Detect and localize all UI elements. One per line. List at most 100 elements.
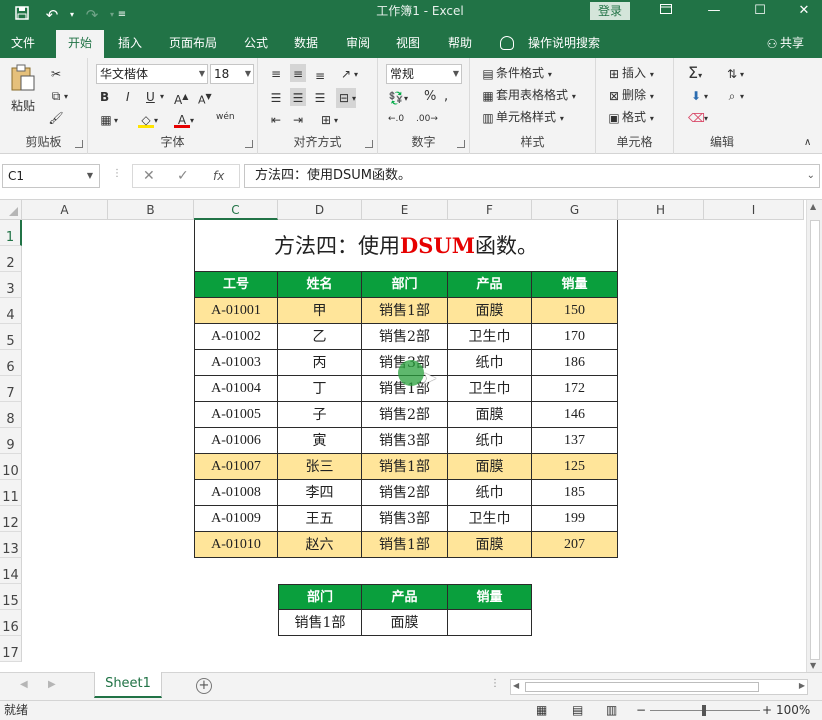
table-cell-dept[interactable]: 销售2部 <box>362 480 448 506</box>
format-as-table-button[interactable]: ▦ 套用表格格式 ▾ <box>480 86 576 106</box>
table-header-cell[interactable]: 销量 <box>532 272 618 298</box>
column-header-a[interactable]: A <box>22 200 108 220</box>
table-cell-id[interactable]: A-01005 <box>194 402 278 428</box>
table-cell-dept[interactable]: 销售1部 <box>362 298 448 324</box>
criteria-header-cell[interactable]: 产品 <box>362 584 448 610</box>
table-cell-id[interactable]: A-01004 <box>194 376 278 402</box>
row-header-10[interactable]: 10 <box>0 454 22 480</box>
row-header-11[interactable]: 11 <box>0 480 22 506</box>
table-cell-id[interactable]: A-01003 <box>194 350 278 376</box>
table-cell-product[interactable]: 卫生巾 <box>448 506 532 532</box>
percent-style-button[interactable]: % <box>424 88 436 106</box>
maximize-icon[interactable]: ☐ <box>742 0 778 22</box>
clipboard-launcher-icon[interactable] <box>75 140 83 148</box>
sheet-title[interactable]: 方法四：使用DSUM函数。 <box>194 220 618 272</box>
criteria-value-cell[interactable]: 销售1部 <box>278 610 362 636</box>
number-launcher-icon[interactable] <box>457 140 465 148</box>
table-cell-id[interactable]: A-01008 <box>194 480 278 506</box>
vertical-scroll-thumb[interactable] <box>810 220 820 660</box>
table-cell-name[interactable]: 寅 <box>278 428 362 454</box>
table-cell-dept[interactable]: 销售2部 <box>362 324 448 350</box>
autosum-icon[interactable]: Σ▾ <box>688 64 702 85</box>
table-cell-sales[interactable]: 125 <box>532 454 618 480</box>
table-cell-name[interactable]: 丁 <box>278 376 362 402</box>
select-all-corner[interactable] <box>0 200 22 220</box>
row-header-1[interactable]: 1 <box>0 220 22 246</box>
table-header-cell[interactable]: 工号 <box>194 272 278 298</box>
table-cell-name[interactable]: 子 <box>278 402 362 428</box>
paste-button[interactable]: 粘贴 <box>8 64 38 116</box>
ribbon-display-options-icon[interactable] <box>648 0 684 22</box>
table-header-cell[interactable]: 姓名 <box>278 272 362 298</box>
increase-font-icon[interactable]: A▲ <box>174 88 188 109</box>
table-cell-product[interactable]: 面膜 <box>448 454 532 480</box>
horizontal-scrollbar[interactable]: ◀ ▶ <box>510 679 808 695</box>
table-cell-product[interactable]: 纸巾 <box>448 428 532 454</box>
table-cell-sales[interactable]: 207 <box>532 532 618 558</box>
table-cell-name[interactable]: 王五 <box>278 506 362 532</box>
fill-icon[interactable]: ⬇ ▾ <box>688 86 708 106</box>
sheet-tab-sheet1[interactable]: Sheet1 <box>94 672 162 698</box>
enter-icon[interactable]: ✓ <box>177 165 189 187</box>
table-cell-sales[interactable]: 186 <box>532 350 618 376</box>
number-format-select[interactable]: 常规 ▼ <box>386 64 462 84</box>
page-break-view-icon[interactable]: ▥ <box>606 701 617 720</box>
row-header-2[interactable]: 2 <box>0 246 22 272</box>
table-cell-product[interactable]: 卫生巾 <box>448 324 532 350</box>
orientation-icon[interactable]: ↗ ▾ <box>338 64 358 84</box>
row-header-4[interactable]: 4 <box>0 298 22 324</box>
collapse-ribbon-icon[interactable]: ∧ <box>804 134 811 152</box>
table-cell-dept[interactable]: 销售3部 <box>362 428 448 454</box>
align-top-icon[interactable]: ≡ <box>268 64 284 82</box>
scroll-right-icon[interactable]: ▶ <box>799 681 805 690</box>
table-header-cell[interactable]: 部门 <box>362 272 448 298</box>
row-header-6[interactable]: 6 <box>0 350 22 376</box>
criteria-value-cell[interactable] <box>448 610 532 636</box>
row-header-3[interactable]: 3 <box>0 272 22 298</box>
tab-split-grip-icon[interactable]: ⋮ <box>490 678 500 689</box>
zoom-slider-thumb[interactable] <box>702 705 706 716</box>
expand-formula-icon[interactable]: ⌄ <box>807 165 815 187</box>
table-cell-name[interactable]: 赵六 <box>278 532 362 558</box>
table-cell-sales[interactable]: 185 <box>532 480 618 506</box>
table-cell-id[interactable]: A-01006 <box>194 428 278 454</box>
row-header-14[interactable]: 14 <box>0 558 22 584</box>
sort-filter-icon[interactable]: ⇅ ▾ <box>724 64 744 84</box>
row-header-9[interactable]: 9 <box>0 428 22 454</box>
row-header-8[interactable]: 8 <box>0 402 22 428</box>
align-middle-icon[interactable]: ≡ <box>290 64 306 82</box>
criteria-value-cell[interactable]: 面膜 <box>362 610 448 636</box>
table-cell-product[interactable]: 面膜 <box>448 298 532 324</box>
table-cell-id[interactable]: A-01001 <box>194 298 278 324</box>
insert-function-icon[interactable]: fx <box>213 165 224 187</box>
table-cell-sales[interactable]: 137 <box>532 428 618 454</box>
column-header-d[interactable]: D <box>278 200 362 220</box>
share-button[interactable]: ⚇ 共享 <box>764 30 804 56</box>
align-left-icon[interactable]: ☰ <box>268 88 284 106</box>
align-center-icon[interactable]: ☰ <box>290 88 306 106</box>
find-select-icon[interactable]: ⌕ ▾ <box>724 86 744 106</box>
row-header-12[interactable]: 12 <box>0 506 22 532</box>
row-header-13[interactable]: 13 <box>0 532 22 558</box>
criteria-header-cell[interactable]: 销量 <box>448 584 532 610</box>
accounting-format-icon[interactable]: 💱▾ <box>388 88 409 108</box>
table-cell-name[interactable]: 张三 <box>278 454 362 480</box>
cut-icon[interactable]: ✂ <box>48 64 64 82</box>
login-button[interactable]: 登录 <box>590 2 630 20</box>
tab-review[interactable]: 审阅 <box>338 30 378 58</box>
delete-cells-button[interactable]: ⊠ 删除 ▾ <box>606 86 654 106</box>
tab-formulas[interactable]: 公式 <box>236 30 276 58</box>
bold-button[interactable]: B <box>100 88 109 106</box>
table-cell-product[interactable]: 卫生巾 <box>448 376 532 402</box>
tab-data[interactable]: 数据 <box>286 30 326 58</box>
alignment-launcher-icon[interactable] <box>365 140 373 148</box>
column-header-f[interactable]: F <box>448 200 532 220</box>
worksheet-grid[interactable]: ABCDEFGHI 1 2 3 4 5 6 7 8 9 10 11 12 13 14 15 16 17 方法四：… <box>0 200 822 672</box>
scroll-down-icon[interactable]: ▼ <box>810 661 816 670</box>
table-cell-dept[interactable]: 销售1部 <box>362 532 448 558</box>
column-header-i[interactable]: I <box>704 200 804 220</box>
font-color-icon[interactable]: A ▾ <box>174 110 194 130</box>
next-sheet-icon[interactable]: ▶ <box>48 679 56 690</box>
table-cell-sales[interactable]: 150 <box>532 298 618 324</box>
minimize-icon[interactable]: — <box>696 0 732 22</box>
